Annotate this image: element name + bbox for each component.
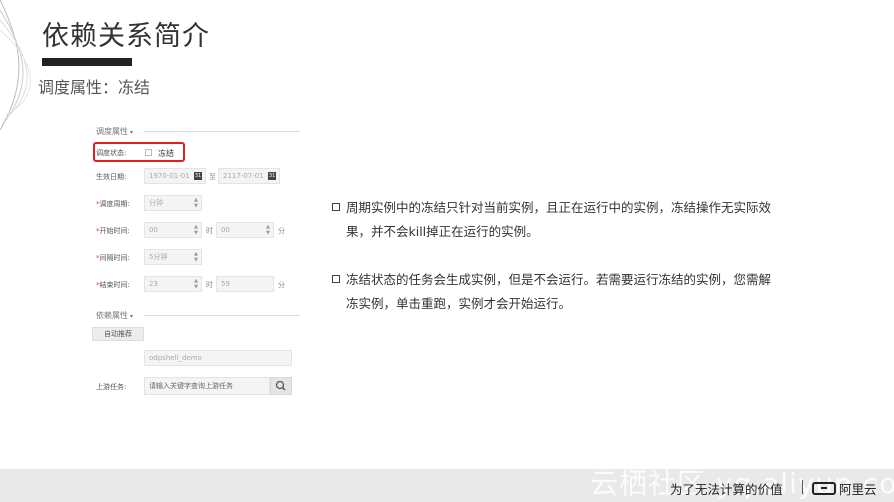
footer-divider — [802, 480, 803, 494]
start-hour-value: 00 — [149, 226, 158, 234]
interval-value: 5分钟 — [149, 253, 168, 261]
start-date-value: 1970-01-01 — [149, 172, 190, 180]
start-minute-input[interactable]: 00 ▲ ▼ — [216, 222, 274, 238]
minute-unit: 分 — [278, 281, 285, 289]
end-time-label: 结束时间: — [96, 280, 130, 290]
end-minute-input[interactable]: 59 — [216, 276, 274, 292]
spinner-icon: ▲ ▼ — [266, 224, 270, 236]
cycle-select[interactable]: 分钟 ▲ ▼ — [144, 195, 202, 211]
section-divider — [144, 315, 300, 316]
caret-down-icon: ▾ — [130, 129, 134, 136]
bullet-text: 冻结状态的任务会生成实例，但是不会运行。若需要运行冻结的实例，您需解冻实例，单击… — [346, 272, 772, 311]
caret-down-icon: ▾ — [130, 313, 134, 320]
project-input[interactable]: odpshell_demo — [144, 350, 292, 366]
date-separator: 至 — [209, 173, 216, 181]
search-icon — [275, 380, 286, 391]
spinner-icon: ▲ ▼ — [194, 224, 198, 236]
end-date-value: 2117-07-01 — [223, 172, 264, 180]
list-item: 周期实例中的冻结只针对当前实例，且正在运行中的实例，冻结操作无实际效果，并不会k… — [332, 196, 772, 244]
list-item: 冻结状态的任务会生成实例，但是不会运行。若需要运行冻结的实例，您需解冻实例，单击… — [332, 268, 772, 316]
start-time-label: 开始时间: — [96, 226, 130, 236]
calendar-icon: 31 — [194, 172, 202, 180]
date-label: 生效日期: — [96, 173, 127, 181]
start-minute-value: 00 — [221, 226, 230, 234]
search-button[interactable] — [270, 377, 292, 395]
footer-slogan: 为了无法计算的价值 — [670, 482, 783, 497]
end-hour-value: 23 — [149, 280, 158, 288]
aliyun-logo: 阿里云 — [812, 478, 877, 497]
upstream-search-input[interactable]: 请输入关键字查询上游任务 — [144, 377, 270, 395]
hour-unit: 时 — [206, 281, 213, 289]
bullet-text: 周期实例中的冻结只针对当前实例，且正在运行中的实例，冻结操作无实际效果，并不会k… — [346, 200, 772, 239]
end-date-input[interactable]: 2117-07-01 31 — [218, 168, 280, 184]
title-underline — [42, 58, 132, 66]
section-divider — [144, 131, 300, 132]
dependency-section-label: 依赖属性 — [96, 311, 128, 320]
minute-unit: 分 — [278, 227, 285, 235]
end-hour-input[interactable]: 23 ▲ ▼ — [144, 276, 202, 292]
hour-unit: 时 — [206, 227, 213, 235]
status-label: 调度状态: — [96, 149, 127, 157]
start-date-input[interactable]: 1970-01-01 31 — [144, 168, 206, 184]
spinner-icon: ▲ ▼ — [194, 251, 198, 263]
square-bullet-icon — [332, 203, 340, 211]
dependency-section-header[interactable]: 依赖属性 ▾ — [96, 310, 133, 321]
page-subtitle: 调度属性：冻结 — [38, 78, 151, 97]
upstream-label: 上游任务: — [96, 383, 127, 391]
cycle-label: 调度周期: — [96, 199, 130, 209]
schedule-settings-panel: 调度属性 ▾ 调度状态: 冻结 生效日期: 1970-01-01 31 至 2117… — [88, 122, 300, 402]
calendar-icon: 31 — [268, 172, 276, 180]
upstream-placeholder: 请输入关键字查询上游任务 — [149, 382, 233, 390]
freeze-checkbox[interactable] — [145, 149, 152, 156]
start-hour-input[interactable]: 00 ▲ ▼ — [144, 222, 202, 238]
schedule-section-label: 调度属性 — [96, 127, 128, 136]
interval-label: 间隔时间: — [96, 253, 130, 263]
schedule-section-header[interactable]: 调度属性 ▾ — [96, 126, 133, 137]
aliyun-logo-icon — [812, 482, 836, 495]
explanation-list: 周期实例中的冻结只针对当前实例，且正在运行中的实例，冻结操作无实际效果，并不会k… — [332, 196, 772, 340]
end-minute-value: 59 — [221, 280, 230, 288]
spinner-icon: ▲ ▼ — [194, 278, 198, 290]
cycle-value: 分钟 — [149, 199, 163, 207]
square-bullet-icon — [332, 275, 340, 283]
page-title: 依赖关系简介 — [42, 21, 210, 52]
interval-select[interactable]: 5分钟 ▲ ▼ — [144, 249, 202, 265]
brand-name: 阿里云 — [839, 482, 877, 497]
project-value: odpshell_demo — [149, 354, 202, 362]
auto-recommend-button[interactable]: 自动推荐 — [92, 327, 144, 341]
freeze-label: 冻结 — [158, 149, 174, 158]
spinner-icon: ▲ ▼ — [194, 197, 198, 209]
